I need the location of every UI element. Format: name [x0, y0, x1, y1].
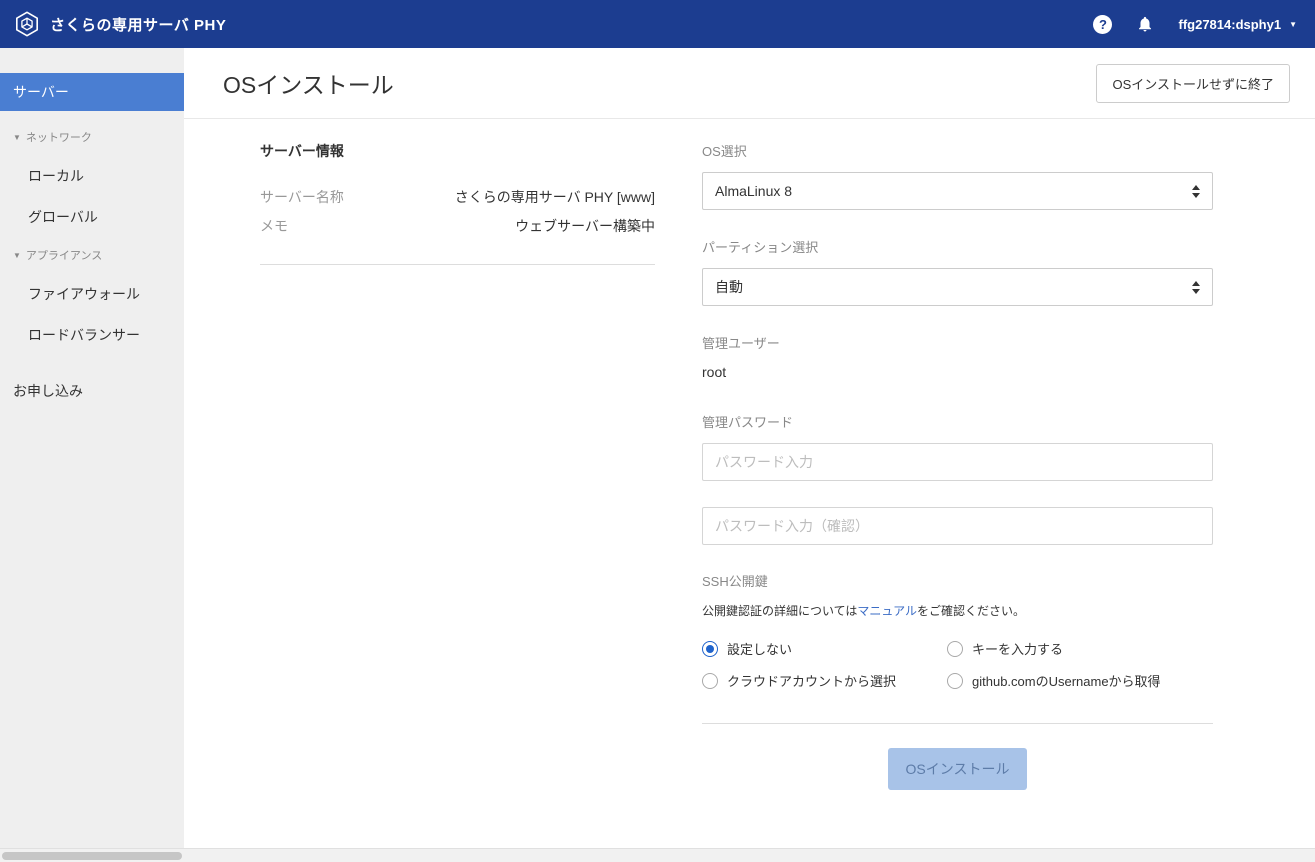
divider [260, 264, 655, 265]
sidebar-section-label: アプライアンス [26, 247, 102, 263]
main-content: OSインストール OSインストールせずに終了 サーバー情報 サーバー名称 さくら… [184, 48, 1315, 848]
os-install-form: OS選択 AlmaLinux 8 パーティション選択 自動 管理ユーザー roo… [702, 141, 1213, 790]
submit-row: OSインストール [702, 748, 1213, 790]
brand-name: さくらの専用サーバ PHY [50, 14, 226, 35]
radio-icon [947, 641, 963, 657]
radio-option-cloud-account[interactable]: クラウドアカウントから選択 [702, 671, 947, 690]
admin-password-label: 管理パスワード [702, 412, 1213, 431]
notifications-bell-icon[interactable] [1136, 15, 1154, 33]
partition-select-value: 自動 [715, 277, 743, 297]
scrollbar-thumb[interactable] [2, 852, 182, 860]
account-id: ffg27814:dsphy1 [1178, 17, 1281, 32]
admin-user-value: root [702, 364, 1213, 380]
manual-link[interactable]: マニュアル [857, 604, 917, 618]
server-memo-label: メモ [260, 216, 288, 236]
sidebar-item-firewall[interactable]: ファイアウォール [0, 282, 184, 306]
radio-option-label: github.comのUsernameから取得 [972, 671, 1161, 690]
sidebar-section-appliance[interactable]: ▼ アプライアンス [0, 245, 184, 265]
ssh-key-options: 設定しない キーを入力する クラウドアカウントから選択 github.comのU… [702, 639, 1213, 690]
partition-select-label: パーティション選択 [702, 237, 1213, 256]
radio-option-label: キーを入力する [972, 639, 1063, 658]
page-title: OSインストール [223, 66, 394, 100]
ssh-note: 公開鍵認証の詳細についてはマニュアルをご確認ください。 [702, 602, 1213, 619]
sidebar-item-order[interactable]: お申し込み [0, 372, 184, 410]
brand-area: さくらの専用サーバ PHY [14, 11, 226, 37]
radio-option-github[interactable]: github.comのUsernameから取得 [947, 671, 1213, 690]
server-info-heading: サーバー情報 [260, 141, 655, 161]
sidebar-section-label: ネットワーク [26, 129, 92, 145]
triangle-down-icon: ▼ [13, 251, 21, 260]
sidebar-item-global[interactable]: グローバル [0, 205, 184, 229]
divider [702, 723, 1213, 724]
os-select-label: OS選択 [702, 141, 1213, 160]
password-input[interactable] [702, 443, 1213, 481]
account-menu[interactable]: ffg27814:dsphy1 ▼ [1178, 17, 1297, 32]
page-header: OSインストール OSインストールせずに終了 [184, 48, 1315, 119]
sidebar-item-server[interactable]: サーバー [0, 73, 184, 111]
sidebar-item-local[interactable]: ローカル [0, 164, 184, 188]
select-arrows-icon [1192, 185, 1200, 198]
ssh-note-suffix: をご確認ください。 [917, 604, 1025, 618]
sidebar: サーバー ▼ ネットワーク ローカル グローバル ▼ アプライアンス ファイアウ… [0, 48, 184, 848]
radio-option-label: 設定しない [727, 639, 792, 658]
top-navbar: さくらの専用サーバ PHY ? ffg27814:dsphy1 ▼ [0, 0, 1315, 48]
partition-select[interactable]: 自動 [702, 268, 1213, 306]
server-info-panel: サーバー情報 サーバー名称 さくらの専用サーバ PHY [www] メモ ウェブ… [260, 141, 655, 790]
server-name-value: さくらの専用サーバ PHY [www] [455, 187, 655, 207]
triangle-down-icon: ▼ [13, 133, 21, 142]
os-select-value: AlmaLinux 8 [715, 183, 792, 199]
sidebar-item-loadbalancer[interactable]: ロードバランサー [0, 323, 184, 347]
server-info-row: メモ ウェブサーバー構築中 [260, 216, 655, 236]
content-area: サーバー情報 サーバー名称 さくらの専用サーバ PHY [www] メモ ウェブ… [184, 119, 1315, 790]
server-name-label: サーバー名称 [260, 187, 344, 207]
radio-option-enter-key[interactable]: キーを入力する [947, 639, 1213, 658]
brand-logo-icon [14, 11, 40, 37]
admin-user-label: 管理ユーザー [702, 333, 1213, 352]
ssh-key-label: SSH公開鍵 [702, 571, 1213, 590]
sidebar-section-network[interactable]: ▼ ネットワーク [0, 127, 184, 147]
radio-option-no-key[interactable]: 設定しない [702, 639, 947, 658]
password-confirm-input[interactable] [702, 507, 1213, 545]
ssh-note-prefix: 公開鍵認証の詳細については [702, 604, 857, 618]
select-arrows-icon [1192, 281, 1200, 294]
server-memo-value: ウェブサーバー構築中 [515, 216, 655, 236]
radio-option-label: クラウドアカウントから選択 [727, 671, 896, 690]
radio-icon [702, 673, 718, 689]
radio-icon [702, 641, 718, 657]
navbar-actions: ? ffg27814:dsphy1 ▼ [1093, 15, 1297, 34]
horizontal-scrollbar[interactable] [0, 848, 1315, 862]
server-info-row: サーバー名称 さくらの専用サーバ PHY [www] [260, 187, 655, 207]
os-install-button[interactable]: OSインストール [888, 748, 1028, 790]
caret-down-icon: ▼ [1289, 20, 1297, 29]
radio-icon [947, 673, 963, 689]
exit-without-install-button[interactable]: OSインストールせずに終了 [1096, 64, 1290, 103]
os-select[interactable]: AlmaLinux 8 [702, 172, 1213, 210]
help-icon[interactable]: ? [1093, 15, 1112, 34]
